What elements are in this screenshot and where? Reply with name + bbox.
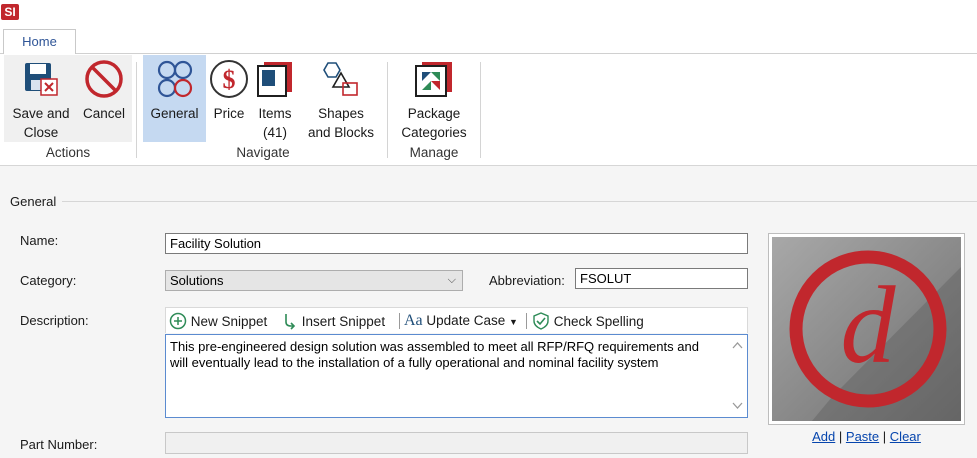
chevron-down-icon: ▼: [509, 317, 518, 327]
at-symbol-icon: d: [772, 237, 961, 421]
abbreviation-input[interactable]: FSOLUT: [575, 268, 748, 289]
price-button[interactable]: $ Price: [207, 55, 251, 142]
add-image-link[interactable]: Add: [812, 429, 835, 444]
scroll-up-icon[interactable]: [732, 342, 743, 349]
ribbon-separator: [480, 62, 481, 158]
general-button[interactable]: General: [143, 55, 206, 142]
cancel-label: Cancel: [82, 106, 126, 121]
image-actions: Add | Paste | Clear: [768, 429, 965, 444]
category-label: Category:: [20, 273, 77, 288]
check-spelling-icon: [533, 312, 549, 330]
items-button[interactable]: Items (41): [253, 55, 297, 142]
paste-image-link[interactable]: Paste: [846, 429, 879, 444]
cancel-button[interactable]: Cancel: [78, 55, 130, 142]
category-value: Solutions: [170, 273, 224, 288]
price-icon: $: [210, 60, 248, 98]
tab-home[interactable]: Home: [3, 29, 76, 54]
app-logo[interactable]: SI: [1, 4, 19, 20]
group-label-actions: Actions: [45, 145, 91, 160]
group-label-navigate: Navigate: [236, 145, 290, 160]
ribbon-separator: [387, 62, 388, 158]
solution-image: d: [772, 237, 961, 421]
save-close-icon: [25, 63, 58, 96]
scroll-down-icon[interactable]: [732, 402, 743, 409]
svg-text:$: $: [223, 65, 236, 94]
save-and-close-button[interactable]: Save and Close: [6, 55, 76, 142]
insert-arrow-icon: [285, 314, 296, 330]
update-case-button[interactable]: Aa Update Case ▼: [404, 312, 518, 331]
chevron-down-icon: ⌵: [447, 274, 456, 286]
section-title-general: General: [10, 194, 57, 209]
ribbon-separator: [136, 62, 137, 158]
svg-text:d: d: [841, 264, 897, 386]
name-input[interactable]: Facility Solution: [165, 233, 748, 254]
items-icon: [257, 62, 292, 97]
general-icon: [157, 60, 192, 98]
save-close-label-2: Close: [23, 125, 59, 140]
general-label: General: [150, 106, 199, 121]
package-label-1: Package: [407, 106, 461, 121]
name-label: Name:: [20, 233, 59, 248]
link-separator: |: [838, 429, 843, 444]
description-toolbar: New Snippet Insert Snippet Aa Update Cas…: [165, 307, 748, 333]
items-count: (41): [262, 125, 287, 140]
save-close-label-1: Save and: [12, 106, 70, 121]
description-label: Description:: [20, 313, 89, 328]
section-divider: [62, 201, 977, 202]
price-label: Price: [213, 106, 245, 121]
update-case-icon: Aa: [404, 312, 423, 329]
check-spelling-button[interactable]: Check Spelling: [532, 312, 644, 330]
description-scrollbar[interactable]: [728, 335, 747, 417]
insert-snippet-button[interactable]: Insert Snippet: [282, 312, 385, 330]
category-dropdown[interactable]: Solutions ⌵: [165, 270, 463, 291]
description-textarea[interactable]: This pre-engineered design solution was …: [165, 334, 748, 418]
clear-image-link[interactable]: Clear: [890, 429, 921, 444]
abbreviation-label: Abbreviation:: [489, 273, 565, 288]
shapes-label-2: and Blocks: [307, 125, 375, 140]
new-snippet-button[interactable]: New Snippet: [169, 312, 267, 330]
shapes-label-1: Shapes: [318, 106, 364, 121]
part-number-label: Part Number:: [20, 437, 98, 452]
link-separator: |: [882, 429, 887, 444]
shapes-and-blocks-button[interactable]: Shapes and Blocks: [303, 55, 379, 142]
shapes-icon: [323, 62, 358, 96]
items-label-1: Items: [258, 106, 292, 121]
check-spelling-label: Check Spelling: [553, 314, 644, 329]
insert-snippet-label: Insert Snippet: [301, 314, 386, 329]
plus-circle-icon: [169, 312, 187, 330]
part-number-input[interactable]: [165, 432, 748, 454]
toolbar-separator: [399, 313, 400, 329]
package-categories-icon: [415, 62, 452, 97]
package-label-2: Categories: [401, 125, 467, 140]
toolbar-separator: [526, 313, 527, 329]
update-case-label: Update Case: [426, 313, 506, 328]
cancel-icon: [85, 60, 123, 98]
package-categories-button[interactable]: Package Categories: [396, 55, 472, 142]
new-snippet-label: New Snippet: [190, 314, 268, 329]
group-label-manage: Manage: [409, 145, 459, 160]
